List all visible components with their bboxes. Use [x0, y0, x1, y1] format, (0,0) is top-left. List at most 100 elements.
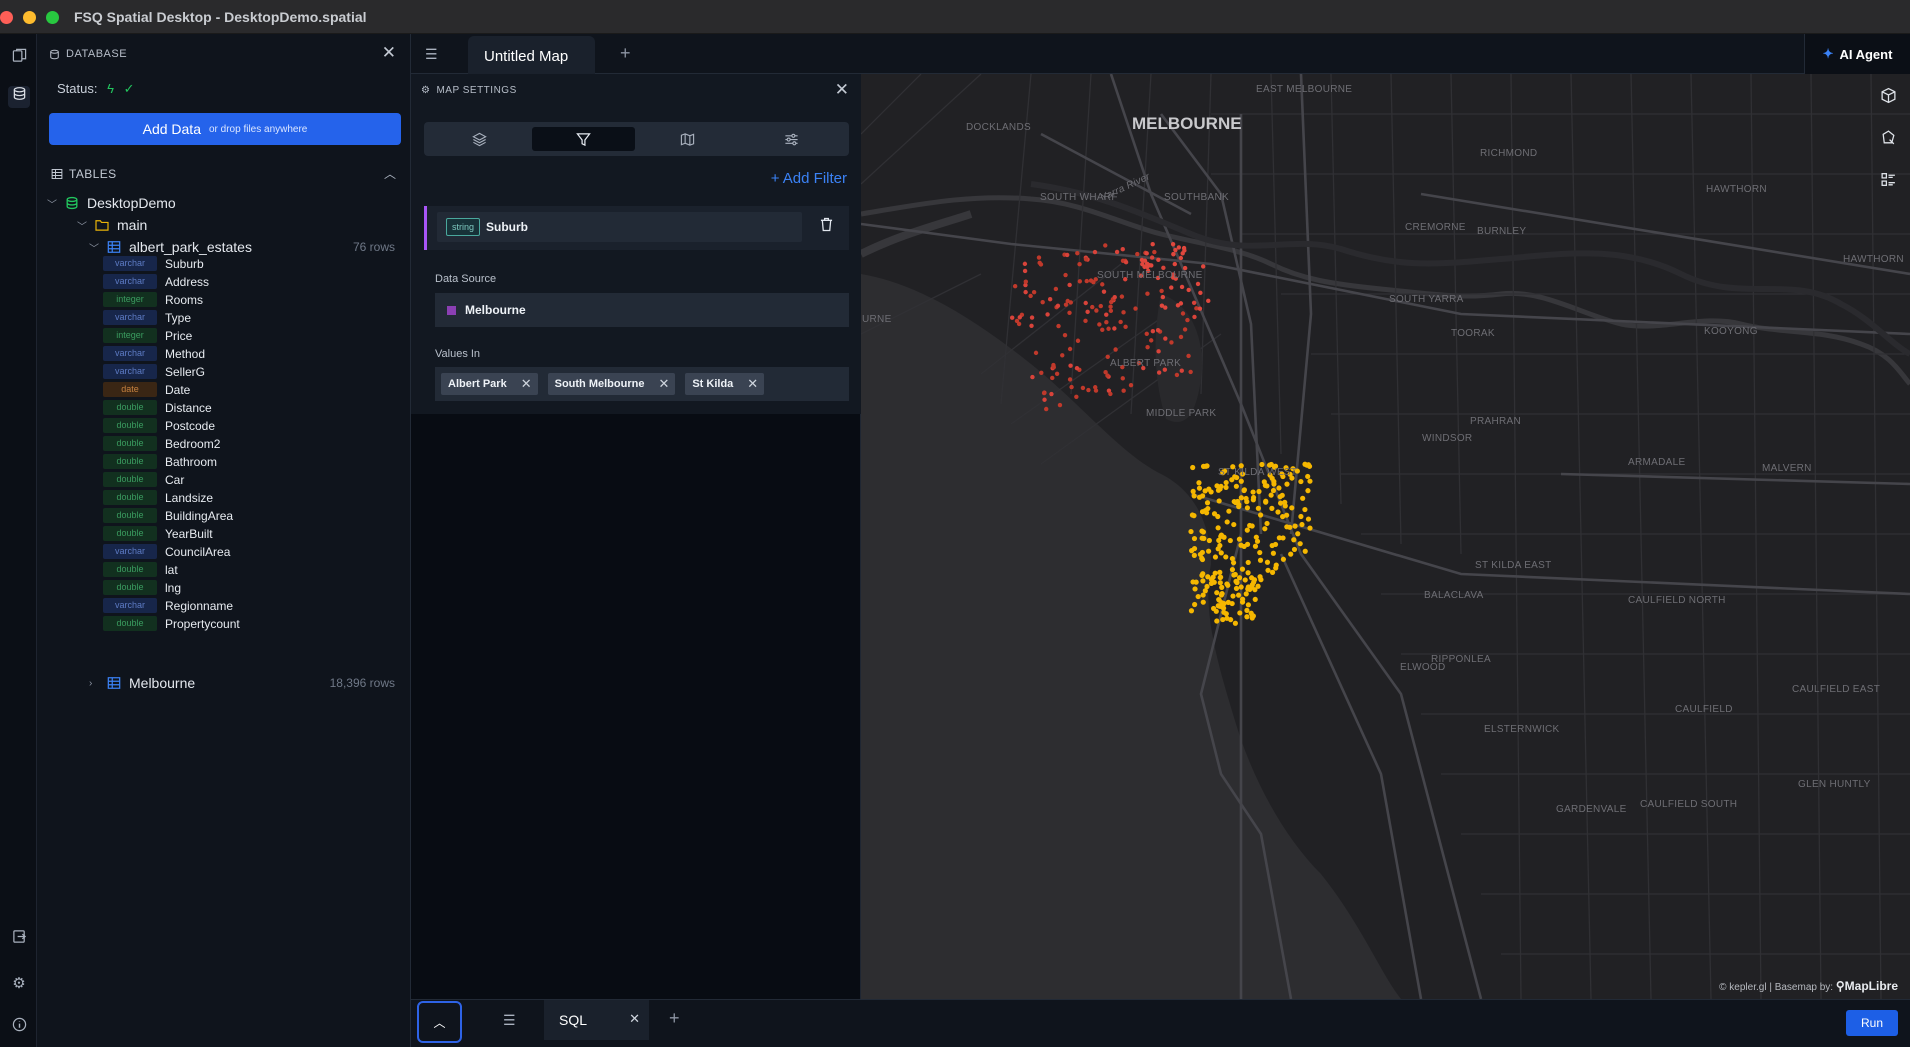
layers-tab[interactable] — [428, 127, 531, 151]
values-in-multiselect[interactable]: Albert Park ✕ South Melbourne ✕ St Kilda ✕ — [435, 367, 849, 401]
chevron-down-icon[interactable]: ﹀ — [47, 196, 61, 211]
close-window-button[interactable] — [0, 11, 13, 24]
column-lng[interactable]: double lng — [103, 579, 181, 596]
column-postcode[interactable]: double Postcode — [103, 417, 215, 434]
files-icon[interactable] — [8, 48, 30, 70]
info-icon[interactable] — [8, 1017, 30, 1039]
column-name: SellerG — [165, 364, 206, 379]
map-point — [1108, 308, 1114, 314]
column-distance[interactable]: double Distance — [103, 399, 212, 416]
map-point — [1269, 542, 1275, 549]
tree-table-albert-park-estates[interactable]: ﹀ albert_park_estates 76 rows — [89, 237, 411, 257]
map-point — [1039, 370, 1044, 376]
column-buildingarea[interactable]: double BuildingArea — [103, 507, 233, 524]
basemap-tab[interactable] — [636, 127, 739, 151]
data-source-selector[interactable]: Melbourne — [435, 293, 849, 327]
remove-chip-icon[interactable]: ✕ — [747, 376, 758, 392]
chevron-down-icon[interactable]: ﹀ — [77, 218, 91, 233]
column-date[interactable]: date Date — [103, 381, 190, 398]
map-point — [1264, 559, 1271, 565]
column-regionname[interactable]: varchar Regionname — [103, 597, 233, 614]
map-point — [1239, 566, 1246, 572]
close-sql-tab-icon[interactable]: ✕ — [629, 1011, 640, 1027]
remove-chip-icon[interactable]: ✕ — [658, 376, 669, 392]
minimize-window-button[interactable] — [23, 11, 36, 24]
column-rooms[interactable]: integer Rooms — [103, 291, 203, 308]
close-database-panel-icon[interactable]: ✕ — [382, 43, 396, 63]
column-yearbuilt[interactable]: double YearBuilt — [103, 525, 213, 542]
add-data-button[interactable]: Add Data or drop files anywhere — [49, 113, 401, 145]
map-place-label: DOCKLANDS — [966, 122, 1031, 133]
column-type-tag: double — [103, 472, 157, 487]
data-source-color-swatch — [447, 305, 456, 315]
map-point — [1257, 574, 1263, 580]
map-point — [1104, 312, 1109, 317]
map-point — [1257, 512, 1264, 518]
delete-filter-icon[interactable] — [820, 217, 833, 236]
map-point — [1278, 500, 1284, 506]
map-point — [1040, 299, 1045, 305]
tree-table-melbourne[interactable]: › Melbourne 18,396 rows — [89, 673, 411, 693]
3d-cube-icon[interactable] — [1872, 84, 1904, 116]
collapse-tables-icon[interactable]: ︿ — [384, 165, 396, 182]
column-propertycount[interactable]: double Propertycount — [103, 615, 240, 632]
database-green-icon — [66, 196, 78, 210]
tab-untitled-map[interactable]: Untitled Map — [468, 36, 595, 74]
add-query-tab-icon[interactable]: + — [669, 1008, 680, 1029]
map-point — [1232, 571, 1238, 578]
map-point — [1233, 483, 1239, 489]
column-price[interactable]: integer Price — [103, 327, 192, 344]
column-lat[interactable]: double lat — [103, 561, 178, 578]
chevron-right-icon[interactable]: › — [89, 678, 103, 689]
tree-schema-main[interactable]: ﹀ main — [77, 215, 147, 235]
map-point — [1305, 473, 1311, 480]
tables-header[interactable]: TABLES — [51, 167, 117, 181]
add-tab-icon[interactable]: + — [620, 43, 631, 64]
map-point — [1150, 328, 1156, 334]
column-sellerg[interactable]: varchar SellerG — [103, 363, 205, 380]
chevron-down-icon[interactable]: ﹀ — [89, 240, 103, 255]
map-point — [1236, 575, 1243, 581]
map-place-label: RICHMOND — [1480, 148, 1538, 159]
map-point — [1067, 282, 1072, 288]
draw-polygon-icon[interactable] — [1872, 126, 1904, 158]
export-icon[interactable] — [8, 929, 30, 951]
gear-icon[interactable]: ⚙ — [8, 973, 30, 995]
map-point — [1208, 576, 1215, 583]
map-point — [1229, 600, 1235, 607]
column-landsize[interactable]: double Landsize — [103, 489, 213, 506]
filter-tab[interactable] — [532, 127, 635, 151]
tree-db-desktopdemo[interactable]: ﹀ DesktopDemo — [47, 193, 176, 213]
column-address[interactable]: varchar Address — [103, 273, 209, 290]
column-type[interactable]: varchar Type — [103, 309, 191, 326]
legend-icon[interactable] — [1872, 168, 1904, 200]
column-method[interactable]: varchar Method — [103, 345, 205, 362]
add-filter-button[interactable]: + Add Filter — [771, 170, 847, 187]
database-icon[interactable] — [8, 86, 30, 108]
query-list-icon[interactable]: ☰ — [503, 1012, 516, 1029]
run-button[interactable]: Run — [1846, 1010, 1898, 1036]
column-car[interactable]: double Car — [103, 471, 184, 488]
map-point — [1120, 246, 1125, 252]
expand-editor-button[interactable]: ︿ — [417, 1001, 462, 1043]
value-chip: Albert Park ✕ — [441, 373, 538, 395]
map-point — [1121, 388, 1126, 393]
tab-sql[interactable]: SQL ✕ — [544, 1000, 649, 1040]
map-point — [1302, 506, 1308, 513]
column-bedroom2[interactable]: double Bedroom2 — [103, 435, 220, 452]
maximize-window-button[interactable] — [46, 11, 59, 24]
column-councilarea[interactable]: varchar CouncilArea — [103, 543, 230, 560]
data-source-name: Melbourne — [465, 303, 526, 317]
close-map-settings-icon[interactable]: ✕ — [835, 80, 849, 100]
remove-chip-icon[interactable]: ✕ — [521, 376, 532, 392]
map-point — [1067, 377, 1073, 382]
ai-agent-button[interactable]: ✦ AI Agent — [1804, 34, 1910, 74]
map-canvas[interactable]: MELBOURNE DOCKLANDS EAST MELBOURNE RICHMON… — [861, 74, 1910, 999]
column-bathroom[interactable]: double Bathroom — [103, 453, 217, 470]
filter-field-selector[interactable]: string Suburb — [437, 212, 802, 242]
list-icon[interactable]: ☰ — [425, 46, 438, 63]
interactions-tab[interactable] — [740, 127, 843, 151]
column-suburb[interactable]: varchar Suburb — [103, 255, 204, 272]
map-point — [1196, 494, 1203, 500]
map-settings-title: MAP SETTINGS — [436, 85, 517, 96]
